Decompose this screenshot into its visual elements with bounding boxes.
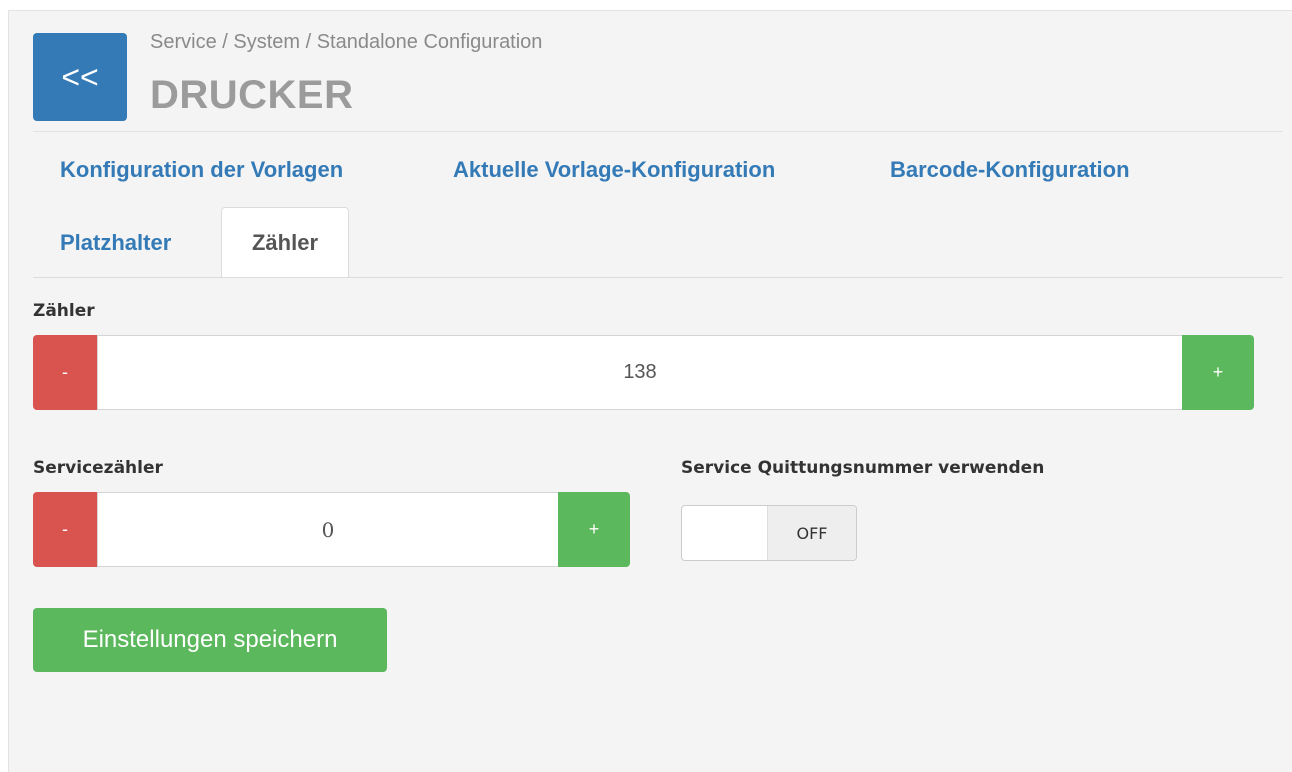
service-counter-increment-button[interactable]: +	[558, 492, 630, 567]
breadcrumb: Service / System / Standalone Configurat…	[150, 31, 543, 53]
page-title: DRUCKER	[150, 73, 354, 117]
counter-label: Zähler	[33, 301, 95, 321]
counter-increment-button[interactable]: +	[1182, 335, 1254, 410]
save-settings-button[interactable]: Einstellungen speichern	[33, 608, 387, 672]
settings-panel: << Service / System / Standalone Configu…	[8, 10, 1292, 772]
service-counter-decrement-button[interactable]: -	[33, 492, 97, 567]
counter-decrement-button[interactable]: -	[33, 335, 97, 410]
tab-barcode-configuration[interactable]: Barcode-Konfiguration	[890, 157, 1130, 183]
service-counter-input[interactable]	[97, 492, 559, 567]
receipt-number-toggle[interactable]: OFF	[681, 505, 857, 561]
tabs-divider	[33, 277, 1283, 278]
service-counter-label: Servicezähler	[33, 458, 163, 478]
tab-current-template-configuration[interactable]: Aktuelle Vorlage-Konfiguration	[453, 157, 775, 183]
toggle-off-label: OFF	[767, 506, 856, 560]
counter-input[interactable]	[97, 335, 1183, 410]
header-divider	[33, 131, 1283, 132]
tab-placeholder[interactable]: Platzhalter	[60, 230, 171, 256]
back-button[interactable]: <<	[33, 33, 127, 121]
tab-template-configuration[interactable]: Konfiguration der Vorlagen	[60, 157, 343, 183]
receipt-number-label: Service Quittungsnummer verwenden	[681, 458, 1045, 478]
tab-counter[interactable]: Zähler	[221, 207, 349, 278]
